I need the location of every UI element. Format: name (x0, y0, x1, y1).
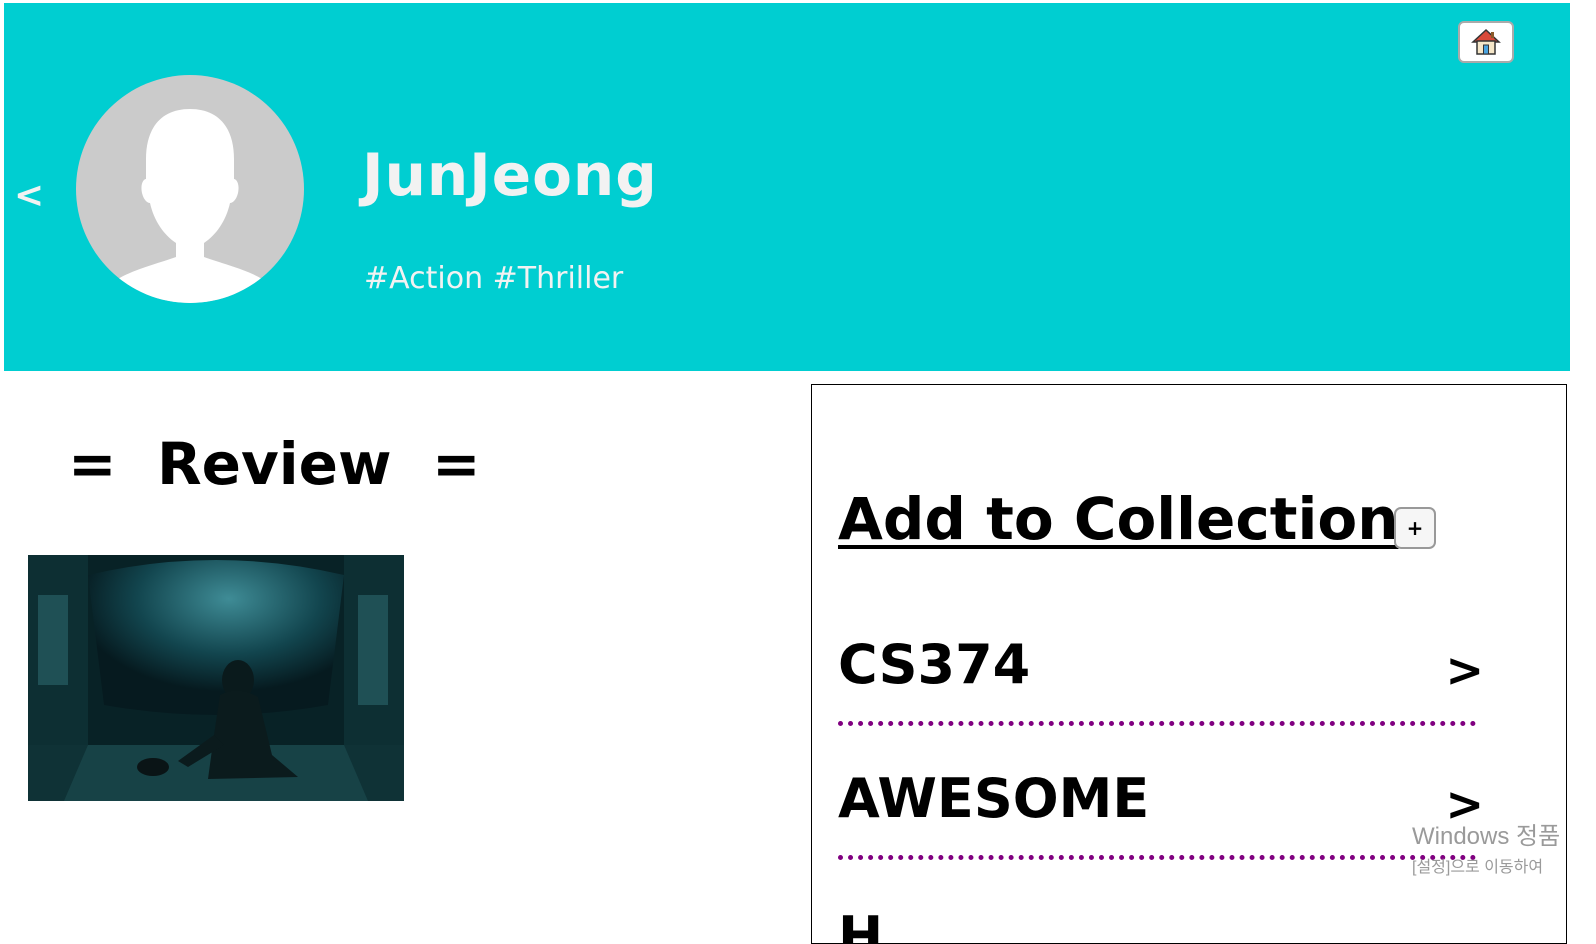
add-to-collection-heading[interactable]: Add to Collection (838, 485, 1399, 553)
add-collection-button[interactable]: + (1394, 507, 1436, 549)
collection-item-cs374[interactable]: CS374 > (838, 633, 1484, 726)
house-icon (1471, 28, 1501, 55)
dotted-divider (838, 721, 1476, 726)
collection-item-awesome[interactable]: AWESOME > (838, 767, 1484, 860)
home-button[interactable] (1458, 21, 1514, 63)
review-movie-image[interactable] (28, 555, 404, 801)
windows-activation-watermark: Windows 정품 [설정]으로 이동하여 (1412, 816, 1596, 877)
collection-item-name: CS374 (838, 633, 1031, 696)
watermark-line-1: Windows 정품 (1412, 823, 1561, 850)
collection-item-name: AWESOME (838, 767, 1150, 830)
default-user-icon (106, 109, 274, 303)
profile-header: < JunJeong #Action #Thriller (4, 3, 1570, 371)
back-button[interactable]: < (14, 175, 44, 216)
review-title: = Review = (68, 430, 481, 498)
avatar (76, 75, 304, 303)
chevron-right-icon: > (1445, 643, 1484, 697)
dotted-divider (838, 855, 1476, 860)
username: JunJeong (362, 141, 658, 209)
genre-tags: #Action #Thriller (364, 261, 624, 296)
collection-item-partial[interactable]: H (838, 905, 883, 943)
watermark-line-2: [설정]으로 이동하여 (1412, 859, 1544, 876)
